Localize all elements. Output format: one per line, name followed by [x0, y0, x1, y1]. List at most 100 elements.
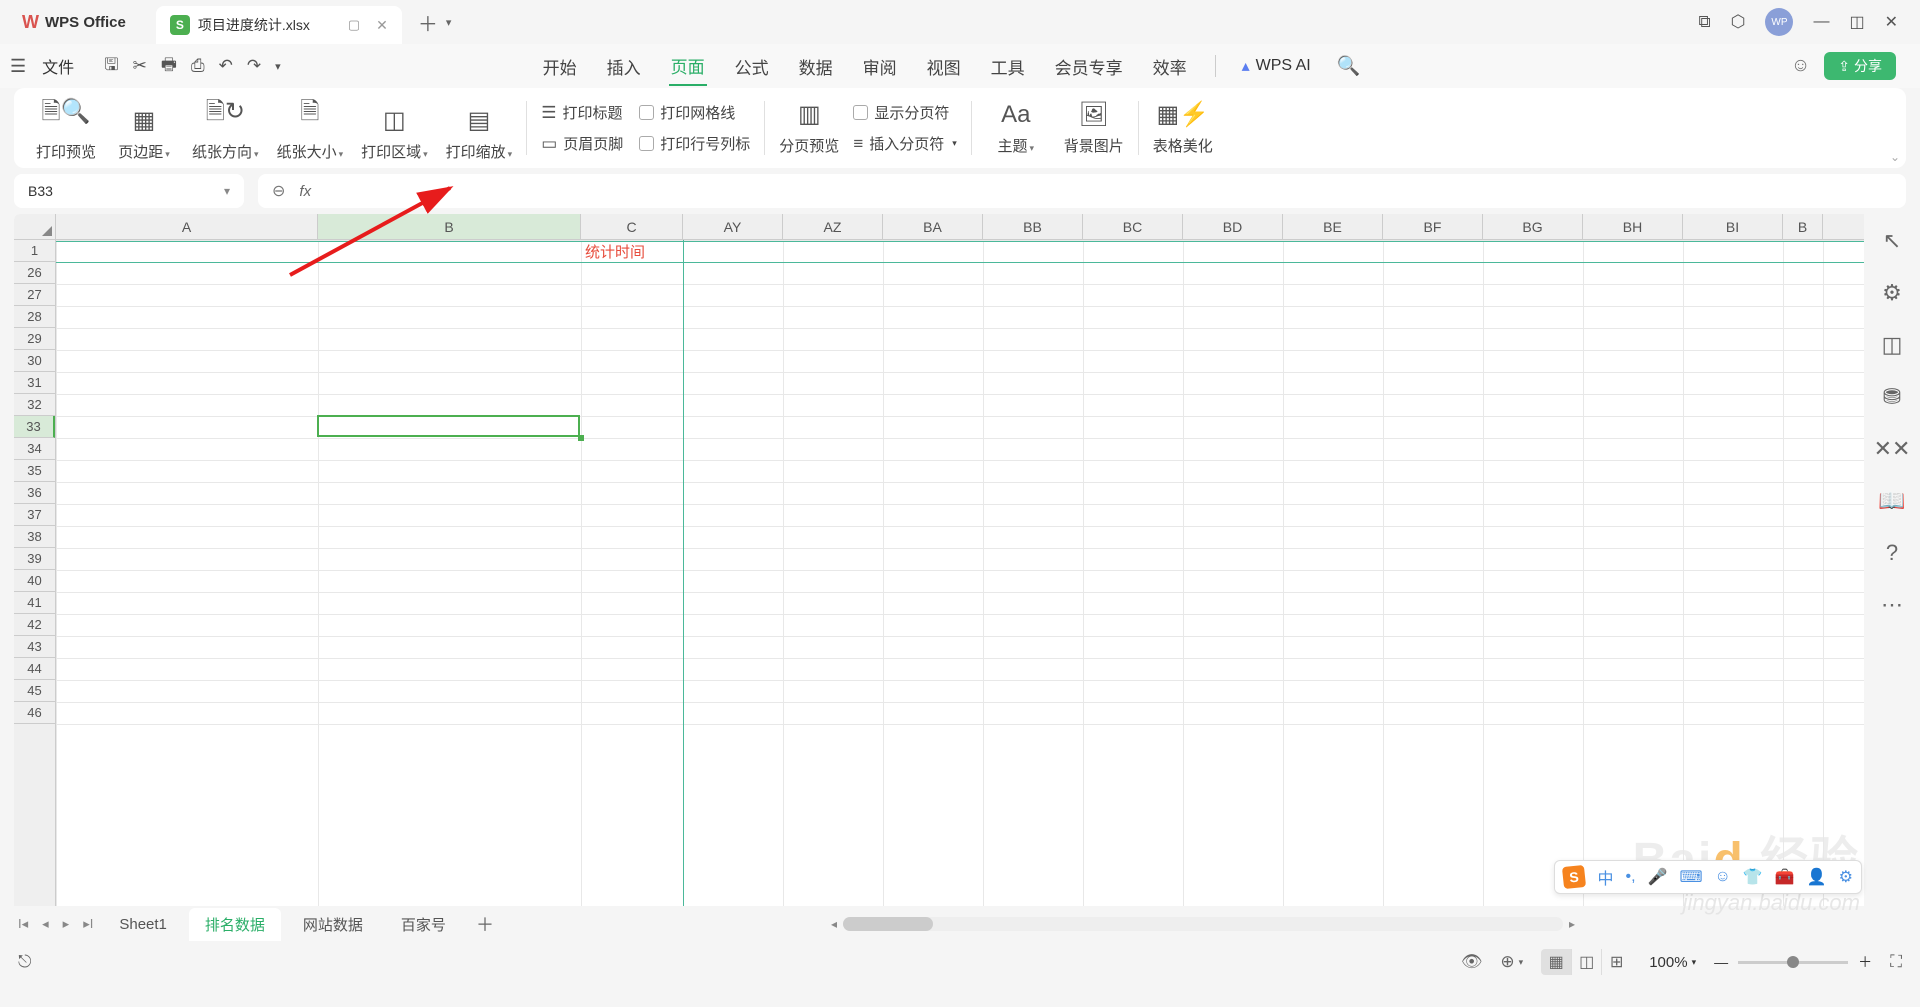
row-header[interactable]: 39 — [14, 548, 55, 570]
column-header[interactable]: AZ — [783, 214, 883, 239]
mobile-icon[interactable]: ⧉ — [1698, 12, 1710, 32]
menu-tab-formula[interactable]: 公式 — [733, 48, 771, 85]
column-header[interactable]: B — [1783, 214, 1823, 239]
close-window-button[interactable]: ✕ — [1885, 12, 1898, 32]
ime-lang-icon[interactable]: 中 — [1597, 865, 1613, 889]
ribbon-collapse-icon[interactable]: ⌄ — [1890, 150, 1900, 164]
print-icon[interactable]: 🖶 — [161, 52, 177, 81]
column-header[interactable]: BA — [883, 214, 983, 239]
column-header[interactable]: BB — [983, 214, 1083, 239]
zoom-in-button[interactable]: ＋ — [1858, 952, 1872, 972]
background-image-button[interactable]: 🖼背景图片 — [1064, 100, 1124, 156]
page-break-preview-button[interactable]: ▥分页预览 — [779, 100, 839, 156]
margins-button[interactable]: ▦页边距▾ — [114, 106, 174, 162]
zoom-level[interactable]: 100%▾ — [1649, 954, 1696, 971]
show-breaks-checkbox[interactable]: 显示分页符 — [853, 102, 956, 123]
book-icon[interactable]: 📖 — [1878, 488, 1905, 514]
print-rowcol-checkbox[interactable]: 打印行号列标 — [639, 133, 750, 154]
save-icon[interactable]: 🖫 — [104, 52, 118, 81]
ime-user-icon[interactable]: 👤 — [1807, 867, 1827, 887]
zoom-out-icon[interactable]: ⊖ — [272, 181, 285, 201]
menu-tab-page[interactable]: 页面 — [669, 47, 707, 86]
menu-tab-view[interactable]: 视图 — [925, 48, 963, 85]
column-header[interactable]: B — [318, 214, 581, 239]
print-area-button[interactable]: ◫打印区域▾ — [361, 106, 428, 162]
scroll-left-icon[interactable]: ◂ — [831, 917, 837, 931]
print-gridlines-checkbox[interactable]: 打印网格线 — [639, 102, 750, 123]
header-footer-button[interactable]: ▭页眉页脚 — [541, 133, 623, 154]
print-titles-button[interactable]: ☰打印标题 — [541, 102, 623, 123]
ime-emoji-icon[interactable]: ☺ — [1715, 868, 1731, 886]
menu-tab-start[interactable]: 开始 — [541, 48, 579, 85]
add-sheet-button[interactable]: ＋ — [476, 911, 494, 937]
column-header[interactable]: BG — [1483, 214, 1583, 239]
spreadsheet-grid[interactable]: ABCAYAZBABBBCBDBEBFBGBHBIB 1262728293031… — [14, 214, 1864, 906]
row-header[interactable]: 40 — [14, 570, 55, 592]
last-sheet-button[interactable]: ▸I — [79, 916, 97, 932]
row-header[interactable]: 1 — [14, 240, 55, 262]
cube-icon[interactable]: ⬡ — [1731, 12, 1746, 32]
row-header[interactable]: 45 — [14, 680, 55, 702]
minimize-button[interactable]: — — [1813, 13, 1829, 31]
column-header[interactable]: BE — [1283, 214, 1383, 239]
search-icon[interactable]: 🔍 — [1337, 54, 1361, 78]
row-header[interactable]: 31 — [14, 372, 55, 394]
new-tab-button[interactable]: ＋ ▾ — [418, 8, 452, 37]
maximize-button[interactable]: ◫ — [1849, 12, 1864, 32]
prev-sheet-button[interactable]: ◂ — [38, 916, 53, 932]
menu-tab-data[interactable]: 数据 — [797, 48, 835, 85]
help-icon[interactable]: ? — [1886, 540, 1898, 566]
page-break-view-button[interactable]: ⊞ — [1601, 949, 1631, 975]
settings-icon[interactable]: ⚙ — [1882, 280, 1902, 306]
share-button[interactable]: ⇪分享 — [1824, 52, 1896, 80]
horizontal-scrollbar[interactable]: ◂ ▸ — [500, 917, 1906, 931]
row-header[interactable]: 35 — [14, 460, 55, 482]
row-header[interactable]: 28 — [14, 306, 55, 328]
print-scale-button[interactable]: ▤打印缩放▾ — [446, 106, 513, 162]
row-header[interactable]: 29 — [14, 328, 55, 350]
theme-button[interactable]: Aa主题▾ — [986, 101, 1046, 156]
fx-icon[interactable]: fx — [299, 183, 311, 200]
row-header[interactable]: 46 — [14, 702, 55, 724]
next-sheet-button[interactable]: ▸ — [59, 916, 74, 932]
ime-punct-icon[interactable]: •, — [1625, 868, 1635, 886]
row-header[interactable]: 42 — [14, 614, 55, 636]
page-layout-view-button[interactable]: ◫ — [1571, 949, 1601, 975]
ime-skin-icon[interactable]: 👕 — [1743, 867, 1763, 887]
row-header[interactable]: 36 — [14, 482, 55, 504]
print-preview-button[interactable]: 🗎🔍打印预览 — [36, 94, 96, 162]
document-tab[interactable]: S 项目进度统计.xlsx ▢ ✕ — [156, 6, 402, 44]
first-sheet-button[interactable]: I◂ — [14, 916, 32, 932]
row-header[interactable]: 27 — [14, 284, 55, 306]
row-header[interactable]: 44 — [14, 658, 55, 680]
sheet-tab-website[interactable]: 网站数据 — [287, 908, 379, 941]
row-header[interactable]: 34 — [14, 438, 55, 460]
row-header[interactable]: 43 — [14, 636, 55, 658]
eye-icon[interactable]: 👁 — [1461, 952, 1483, 972]
menu-tab-insert[interactable]: 插入 — [605, 48, 643, 85]
crop-icon[interactable]: ◫ — [1882, 332, 1903, 358]
row-header[interactable]: 41 — [14, 592, 55, 614]
menu-tab-efficiency[interactable]: 效率 — [1151, 48, 1189, 85]
data-icon[interactable]: ⛃ — [1883, 384, 1901, 410]
column-header[interactable]: AY — [683, 214, 783, 239]
menu-tab-review[interactable]: 审阅 — [861, 48, 899, 85]
zoom-slider[interactable]: — ＋ — [1714, 952, 1872, 972]
column-header[interactable]: BI — [1683, 214, 1783, 239]
redo-icon[interactable]: ↷ — [247, 56, 261, 76]
share-icon[interactable]: ✂ — [133, 56, 147, 76]
cells-area[interactable]: 统计时间 — [56, 240, 1864, 906]
user-avatar[interactable]: WP — [1765, 8, 1793, 36]
row-header[interactable]: 32 — [14, 394, 55, 416]
scroll-thumb[interactable] — [843, 917, 933, 931]
orientation-button[interactable]: 🗎↻纸张方向▾ — [192, 94, 259, 162]
hamburger-icon[interactable]: ☰ — [10, 56, 26, 77]
size-button[interactable]: 🗎纸张大小▾ — [277, 94, 344, 162]
row-header[interactable]: 30 — [14, 350, 55, 372]
cell-c1[interactable]: 统计时间 — [581, 241, 683, 262]
ime-keyboard-icon[interactable]: ⌨ — [1679, 867, 1702, 887]
select-all-corner[interactable] — [14, 214, 56, 239]
chevron-down-icon[interactable]: ▾ — [275, 60, 281, 73]
chevron-down-icon[interactable]: ▾ — [446, 16, 452, 29]
column-header[interactable]: C — [581, 214, 683, 239]
